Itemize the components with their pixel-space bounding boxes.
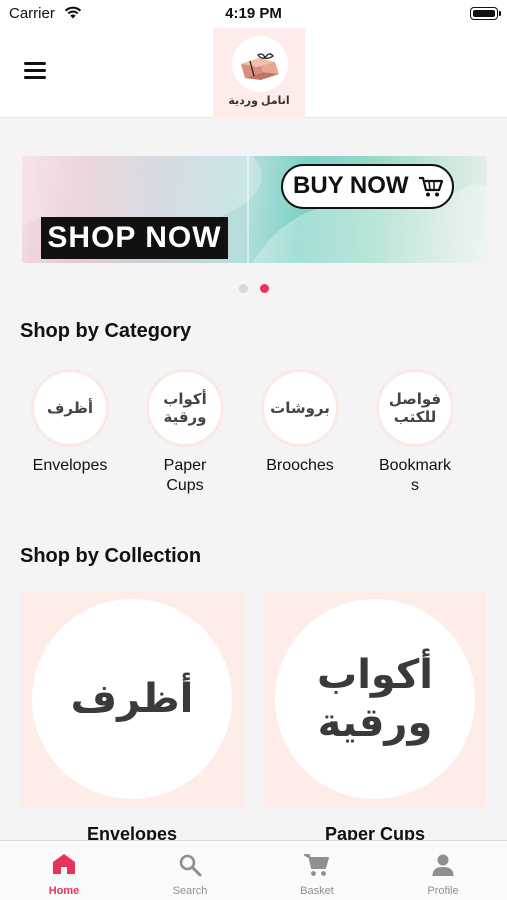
category-paper-cups[interactable]: أكواب ورقية Paper Cups bbox=[140, 372, 230, 496]
category-label: Brooches bbox=[266, 457, 334, 474]
collection-section-title: Shop by Collection bbox=[20, 545, 202, 567]
buy-now-button[interactable]: BUY NOW bbox=[281, 164, 454, 209]
tab-label: Search bbox=[172, 885, 208, 897]
cart-icon bbox=[304, 854, 329, 876]
tab-label: Basket bbox=[300, 885, 334, 897]
category-image: بروشات bbox=[264, 372, 336, 444]
category-image: أكواب ورقية bbox=[149, 372, 221, 444]
status-bar: Carrier 4:19 PM bbox=[0, 0, 507, 28]
tab-search[interactable]: Search bbox=[127, 841, 253, 900]
category-section-title: Shop by Category bbox=[20, 320, 192, 342]
pager-dot-active[interactable] bbox=[260, 284, 269, 293]
category-label: Bookmarks bbox=[378, 457, 452, 494]
tab-profile[interactable]: Profile bbox=[380, 841, 506, 900]
battery-icon bbox=[470, 7, 501, 20]
hamburger-icon bbox=[24, 62, 46, 65]
home-icon bbox=[53, 854, 75, 874]
search-icon bbox=[179, 854, 202, 877]
collection-image: أظرف bbox=[32, 599, 232, 799]
tab-label: Profile bbox=[427, 885, 459, 897]
tab-basket[interactable]: Basket bbox=[254, 841, 380, 900]
category-envelopes[interactable]: أظرف Envelopes bbox=[25, 372, 115, 476]
category-brooches[interactable]: بروشات Brooches bbox=[255, 372, 345, 476]
collection-image: أكواب ورقية bbox=[275, 599, 475, 799]
collection-envelopes[interactable]: أظرف bbox=[21, 592, 243, 807]
category-image: أظرف bbox=[34, 372, 106, 444]
logo-circle bbox=[232, 36, 288, 92]
app-header: انامل وردية bbox=[0, 28, 507, 118]
collection-paper-cups[interactable]: أكواب ورقية bbox=[264, 592, 486, 807]
shop-now-label: SHOP NOW bbox=[41, 217, 228, 259]
status-time: 4:19 PM bbox=[225, 5, 282, 22]
category-label: Envelopes bbox=[32, 457, 108, 474]
shopping-cart-icon bbox=[419, 176, 444, 197]
tab-bar: Home Search Basket Profile bbox=[0, 840, 507, 900]
category-label: Paper Cups bbox=[163, 457, 207, 494]
app-logo[interactable]: انامل وردية bbox=[213, 28, 305, 118]
promo-banner[interactable]: SHOP NOW BUY NOW bbox=[22, 156, 487, 263]
profile-icon bbox=[432, 854, 454, 876]
logo-text: انامل وردية bbox=[228, 95, 290, 107]
tab-label: Home bbox=[48, 885, 80, 897]
buy-now-label: BUY NOW bbox=[293, 172, 409, 199]
gift-box-icon bbox=[241, 53, 279, 80]
tab-home[interactable]: Home bbox=[1, 841, 127, 900]
category-bookmarks[interactable]: فواصل للكتب Bookmarks bbox=[370, 372, 460, 496]
menu-button[interactable] bbox=[24, 62, 46, 80]
pager-dot[interactable] bbox=[239, 284, 248, 293]
category-image: فواصل للكتب bbox=[379, 372, 451, 444]
